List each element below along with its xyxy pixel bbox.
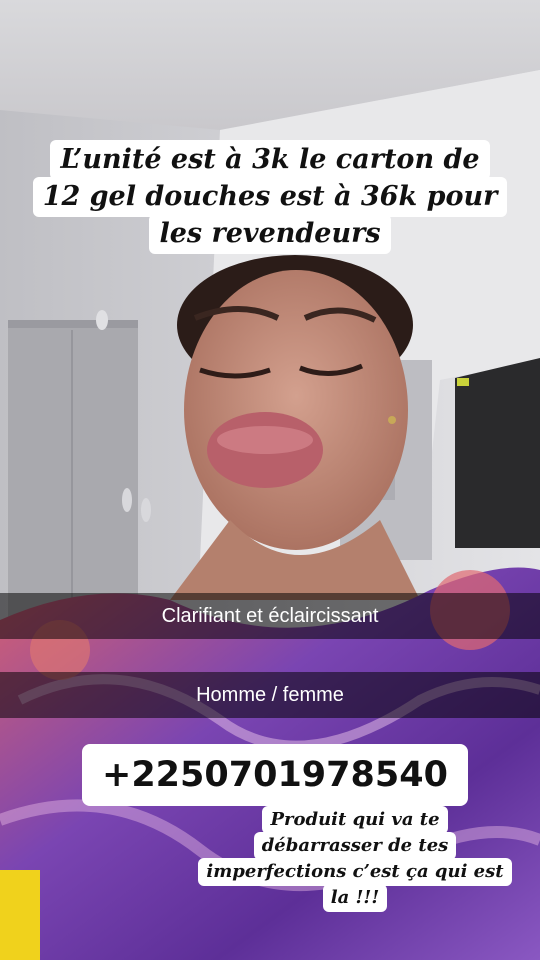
phone-number-label: +2250701978540	[82, 744, 468, 806]
benefit-caption-text: Clarifiant et éclaircissant	[161, 604, 379, 627]
product-caption-line-2: débarrasser de tes	[253, 832, 457, 860]
price-caption-line-1: L’unité est à 3k le carton de	[50, 140, 490, 180]
product-caption-line-4: la !!!	[322, 884, 388, 912]
audience-caption-text: Homme / femme	[196, 683, 344, 706]
price-caption-line-3: les revendeurs	[149, 214, 391, 254]
product-caption-line-3: imperfections c’est ça qui est	[198, 858, 512, 886]
audience-caption-bar: Homme / femme	[0, 672, 540, 718]
price-caption: L’unité est à 3k le carton de 12 gel dou…	[0, 140, 540, 254]
product-caption: Produit qui va te débarrasser de tes imp…	[190, 806, 520, 912]
video-frame: L’unité est à 3k le carton de 12 gel dou…	[0, 0, 540, 960]
benefit-caption-bar: Clarifiant et éclaircissant	[0, 593, 540, 639]
price-caption-line-2: 12 gel douches est à 36k pour	[32, 177, 508, 217]
phone-number-text: +2250701978540	[102, 755, 448, 795]
product-caption-line-1: Produit qui va te	[262, 806, 448, 834]
